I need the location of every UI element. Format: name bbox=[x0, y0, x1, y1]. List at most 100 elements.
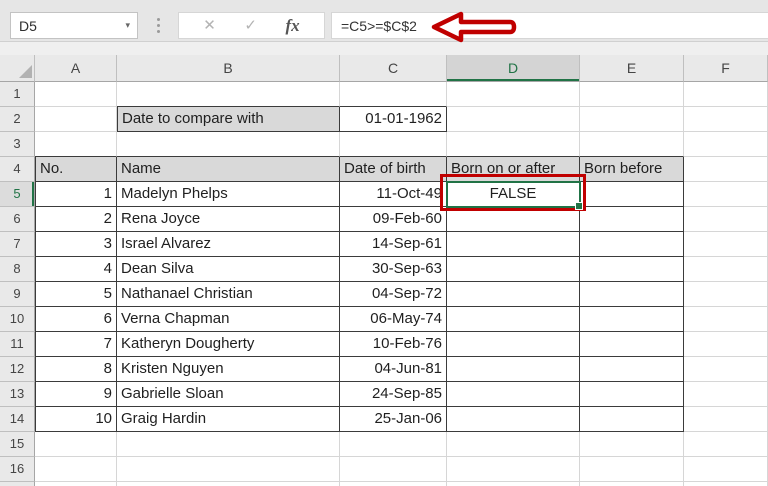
row-header-1[interactable]: 1 bbox=[0, 82, 35, 107]
row-header-12[interactable]: 12 bbox=[0, 357, 35, 382]
row-header-14[interactable]: 14 bbox=[0, 407, 35, 432]
cell-A10[interactable]: 6 bbox=[35, 307, 117, 332]
cell-B9[interactable]: Nathanael Christian bbox=[117, 282, 340, 307]
cell-F14[interactable] bbox=[684, 407, 768, 432]
cell-D15[interactable] bbox=[447, 432, 580, 457]
formula-bar[interactable]: =C5>=$C$2 bbox=[331, 12, 768, 39]
cell-E5[interactable] bbox=[580, 182, 684, 207]
cell-F6[interactable] bbox=[684, 207, 768, 232]
cell-B8[interactable]: Dean Silva bbox=[117, 257, 340, 282]
cell-B4[interactable]: Name bbox=[117, 157, 340, 182]
cell-C6[interactable]: 09-Feb-60 bbox=[340, 207, 447, 232]
cell-B10[interactable]: Verna Chapman bbox=[117, 307, 340, 332]
cell-C9[interactable]: 04-Sep-72 bbox=[340, 282, 447, 307]
cell-B12[interactable]: Kristen Nguyen bbox=[117, 357, 340, 382]
cell-E6[interactable] bbox=[580, 207, 684, 232]
cell-D8[interactable] bbox=[447, 257, 580, 282]
cell-F2[interactable] bbox=[684, 107, 768, 132]
cell-B17[interactable] bbox=[117, 482, 340, 486]
cell-E10[interactable] bbox=[580, 307, 684, 332]
cell-A8[interactable]: 4 bbox=[35, 257, 117, 282]
cell-C17[interactable] bbox=[340, 482, 447, 486]
cell-D9[interactable] bbox=[447, 282, 580, 307]
row-header-17[interactable] bbox=[0, 482, 35, 486]
row-header-11[interactable]: 11 bbox=[0, 332, 35, 357]
cell-A3[interactable] bbox=[35, 132, 117, 157]
cell-D5[interactable]: FALSE bbox=[447, 182, 580, 207]
cell-F10[interactable] bbox=[684, 307, 768, 332]
cell-D11[interactable] bbox=[447, 332, 580, 357]
cell-D4[interactable]: Born on or after bbox=[447, 157, 580, 182]
cell-D16[interactable] bbox=[447, 457, 580, 482]
cell-A7[interactable]: 3 bbox=[35, 232, 117, 257]
cell-C5[interactable]: 11-Oct-49 bbox=[340, 182, 447, 207]
row-header-6[interactable]: 6 bbox=[0, 207, 35, 232]
enter-icon[interactable]: ✓ bbox=[244, 18, 257, 33]
cell-B14[interactable]: Graig Hardin bbox=[117, 407, 340, 432]
cell-F12[interactable] bbox=[684, 357, 768, 382]
cell-A2[interactable] bbox=[35, 107, 117, 132]
cell-F3[interactable] bbox=[684, 132, 768, 157]
cell-D3[interactable] bbox=[447, 132, 580, 157]
cell-B15[interactable] bbox=[117, 432, 340, 457]
column-header-f[interactable]: F bbox=[684, 55, 768, 82]
cell-F4[interactable] bbox=[684, 157, 768, 182]
cell-F9[interactable] bbox=[684, 282, 768, 307]
cell-E12[interactable] bbox=[580, 357, 684, 382]
row-header-9[interactable]: 9 bbox=[0, 282, 35, 307]
row-header-8[interactable]: 8 bbox=[0, 257, 35, 282]
cell-D12[interactable] bbox=[447, 357, 580, 382]
cell-C16[interactable] bbox=[340, 457, 447, 482]
row-header-10[interactable]: 10 bbox=[0, 307, 35, 332]
row-header-13[interactable]: 13 bbox=[0, 382, 35, 407]
cell-F7[interactable] bbox=[684, 232, 768, 257]
cell-C2[interactable]: 01-01-1962 bbox=[340, 107, 447, 132]
cell-E15[interactable] bbox=[580, 432, 684, 457]
insert-function-icon[interactable]: fx bbox=[286, 16, 300, 36]
cell-E2[interactable] bbox=[580, 107, 684, 132]
cell-D17[interactable] bbox=[447, 482, 580, 486]
cell-A12[interactable]: 8 bbox=[35, 357, 117, 382]
cell-C13[interactable]: 24-Sep-85 bbox=[340, 382, 447, 407]
cell-D13[interactable] bbox=[447, 382, 580, 407]
cell-F16[interactable] bbox=[684, 457, 768, 482]
column-header-e[interactable]: E bbox=[580, 55, 684, 82]
select-all-corner[interactable] bbox=[0, 55, 35, 82]
cell-D2[interactable] bbox=[447, 107, 580, 132]
row-header-2[interactable]: 2 bbox=[0, 107, 35, 132]
cell-E17[interactable] bbox=[580, 482, 684, 486]
cell-C1[interactable] bbox=[340, 82, 447, 107]
cell-C14[interactable]: 25-Jan-06 bbox=[340, 407, 447, 432]
cell-F5[interactable] bbox=[684, 182, 768, 207]
cell-E3[interactable] bbox=[580, 132, 684, 157]
cell-A14[interactable]: 10 bbox=[35, 407, 117, 432]
row-header-5[interactable]: 5 bbox=[0, 182, 35, 207]
cell-F15[interactable] bbox=[684, 432, 768, 457]
cell-E16[interactable] bbox=[580, 457, 684, 482]
cell-C3[interactable] bbox=[340, 132, 447, 157]
cell-B2[interactable]: Date to compare with bbox=[117, 107, 340, 132]
cell-E7[interactable] bbox=[580, 232, 684, 257]
cell-B6[interactable]: Rena Joyce bbox=[117, 207, 340, 232]
cell-B13[interactable]: Gabrielle Sloan bbox=[117, 382, 340, 407]
column-header-c[interactable]: C bbox=[340, 55, 447, 82]
cell-E14[interactable] bbox=[580, 407, 684, 432]
column-header-d[interactable]: D bbox=[447, 55, 580, 82]
cell-D14[interactable] bbox=[447, 407, 580, 432]
cell-B1[interactable] bbox=[117, 82, 340, 107]
cell-A13[interactable]: 9 bbox=[35, 382, 117, 407]
cell-F1[interactable] bbox=[684, 82, 768, 107]
cell-E1[interactable] bbox=[580, 82, 684, 107]
cell-F13[interactable] bbox=[684, 382, 768, 407]
cell-C7[interactable]: 14-Sep-61 bbox=[340, 232, 447, 257]
cancel-icon[interactable]: ✕ bbox=[203, 18, 216, 33]
row-header-16[interactable]: 16 bbox=[0, 457, 35, 482]
cell-A11[interactable]: 7 bbox=[35, 332, 117, 357]
cell-A17[interactable] bbox=[35, 482, 117, 486]
chevron-down-icon[interactable]: ▾ bbox=[125, 20, 137, 31]
cell-E13[interactable] bbox=[580, 382, 684, 407]
cell-A4[interactable]: No. bbox=[35, 157, 117, 182]
cell-A16[interactable] bbox=[35, 457, 117, 482]
name-box[interactable]: D5 ▾ bbox=[10, 12, 138, 39]
cell-D7[interactable] bbox=[447, 232, 580, 257]
